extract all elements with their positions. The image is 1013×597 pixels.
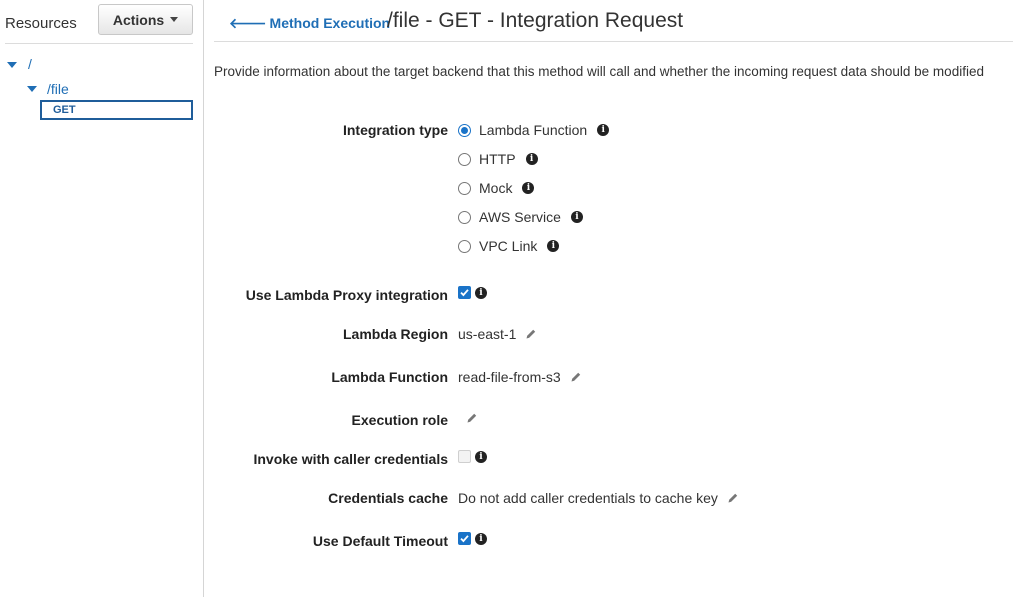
tree-item-file[interactable]: /file: [47, 81, 69, 97]
credentials-cache-label: Credentials cache: [328, 490, 448, 506]
arrow-left-icon: 🡐: [229, 15, 267, 31]
method-execution-link[interactable]: 🡐 Method Execution: [229, 15, 390, 32]
expand-triangle-icon[interactable]: [27, 86, 37, 92]
tree-item-get-method[interactable]: GET: [40, 100, 193, 120]
pencil-icon[interactable]: [727, 492, 739, 504]
radio-label[interactable]: Lambda Function: [479, 122, 587, 138]
lambda-region-label: Lambda Region: [342, 326, 448, 342]
execution-role-label: Execution role: [351, 412, 448, 428]
caret-down-icon: [170, 17, 179, 22]
info-icon[interactable]: i: [522, 182, 535, 194]
radio-option-http[interactable]: HTTP i: [458, 151, 538, 167]
radio-label[interactable]: VPC Link: [479, 238, 537, 254]
actions-button[interactable]: Actions: [98, 4, 193, 35]
radio-button[interactable]: [458, 239, 471, 253]
radio-label[interactable]: HTTP: [479, 151, 516, 167]
radio-option-aws-service[interactable]: AWS Service i: [458, 209, 583, 225]
lambda-region-row: us-east-1: [458, 326, 537, 342]
radio-option-lambda-function[interactable]: Lambda Function i: [458, 122, 610, 138]
page-title: /file - GET - Integration Request: [387, 9, 684, 32]
actions-label: Actions: [112, 11, 165, 28]
radio-label[interactable]: AWS Service: [479, 209, 561, 225]
radio-option-mock[interactable]: Mock i: [458, 180, 535, 196]
tree-item-root[interactable]: /: [28, 56, 32, 72]
radio-button[interactable]: [458, 210, 471, 224]
info-icon[interactable]: i: [475, 450, 487, 463]
sidebar-divider: [5, 43, 193, 44]
caller-credentials-label: Invoke with caller credentials: [253, 451, 448, 467]
lambda-function-value: read-file-from-s3: [458, 369, 561, 385]
expand-triangle-icon[interactable]: [7, 62, 17, 68]
execution-role-row: [458, 412, 478, 424]
info-icon[interactable]: i: [525, 153, 538, 165]
radio-button[interactable]: [458, 152, 471, 166]
info-icon[interactable]: i: [547, 240, 560, 252]
radio-button[interactable]: [458, 123, 471, 137]
resources-sidebar: Resources Actions / /file GET: [0, 0, 204, 597]
pencil-icon[interactable]: [525, 328, 537, 340]
lambda-function-row: read-file-from-s3: [458, 369, 582, 385]
pencil-icon[interactable]: [466, 412, 478, 424]
info-icon[interactable]: i: [475, 286, 487, 299]
radio-option-vpc-link[interactable]: VPC Link i: [458, 238, 560, 254]
default-timeout-label: Use Default Timeout: [312, 533, 448, 549]
info-icon[interactable]: i: [570, 211, 583, 223]
lambda-function-label: Lambda Function: [331, 369, 448, 385]
default-timeout-row: i: [458, 532, 487, 545]
caller-credentials-row: i: [458, 450, 487, 463]
credentials-cache-row: Do not add caller credentials to cache k…: [458, 490, 739, 506]
back-link-label: Method Execution: [269, 15, 391, 31]
lambda-region-value: us-east-1: [458, 326, 517, 342]
pencil-icon[interactable]: [570, 371, 582, 383]
header-divider: [214, 41, 1013, 42]
radio-button[interactable]: [458, 181, 471, 195]
credentials-cache-value: Do not add caller credentials to cache k…: [458, 490, 718, 506]
lambda-proxy-checkbox[interactable]: [458, 286, 471, 299]
page-description: Provide information about the target bac…: [214, 64, 984, 79]
lambda-proxy-row: i: [458, 286, 487, 299]
info-icon[interactable]: i: [597, 124, 610, 136]
info-icon[interactable]: i: [475, 532, 487, 545]
caller-credentials-checkbox[interactable]: [458, 450, 471, 463]
radio-label[interactable]: Mock: [479, 180, 512, 196]
default-timeout-checkbox[interactable]: [458, 532, 471, 545]
lambda-proxy-label: Use Lambda Proxy integration: [245, 287, 448, 303]
resources-label: Resources: [5, 15, 77, 32]
integration-type-label: Integration type: [342, 122, 448, 138]
